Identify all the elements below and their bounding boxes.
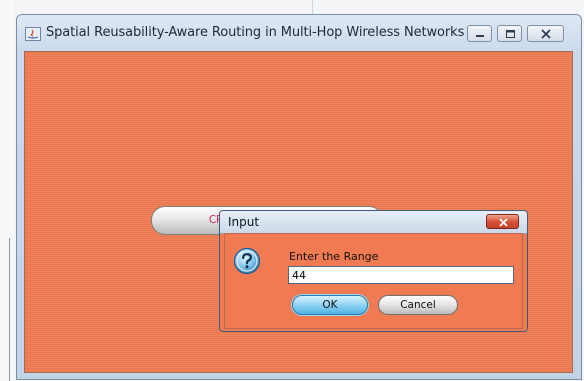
close-icon (499, 218, 508, 227)
maximize-button[interactable] (497, 25, 522, 42)
maximize-icon (506, 30, 515, 38)
dialog-titlebar[interactable]: Input (220, 211, 527, 234)
desktop-background (0, 0, 14, 381)
window-titlebar[interactable]: Spatial Reusability-Aware Routing in Mul… (17, 15, 581, 51)
dialog-title: Input (228, 215, 260, 229)
range-input[interactable] (288, 266, 514, 284)
ok-button[interactable]: OK (292, 295, 368, 315)
cancel-button[interactable]: Cancel (378, 295, 458, 315)
minimize-button[interactable] (467, 25, 492, 42)
window-title: Spatial Reusability-Aware Routing in Mul… (46, 25, 465, 40)
minimize-icon (476, 35, 484, 37)
dialog-close-button[interactable] (486, 214, 519, 229)
range-prompt-label: Enter the Range (289, 250, 379, 263)
close-icon (541, 29, 551, 39)
java-app-icon (25, 26, 41, 41)
question-icon (233, 247, 261, 275)
close-button[interactable] (527, 25, 564, 42)
background-divider (9, 238, 10, 381)
input-dialog: Input Enter the Range OK Cancel (219, 210, 528, 332)
